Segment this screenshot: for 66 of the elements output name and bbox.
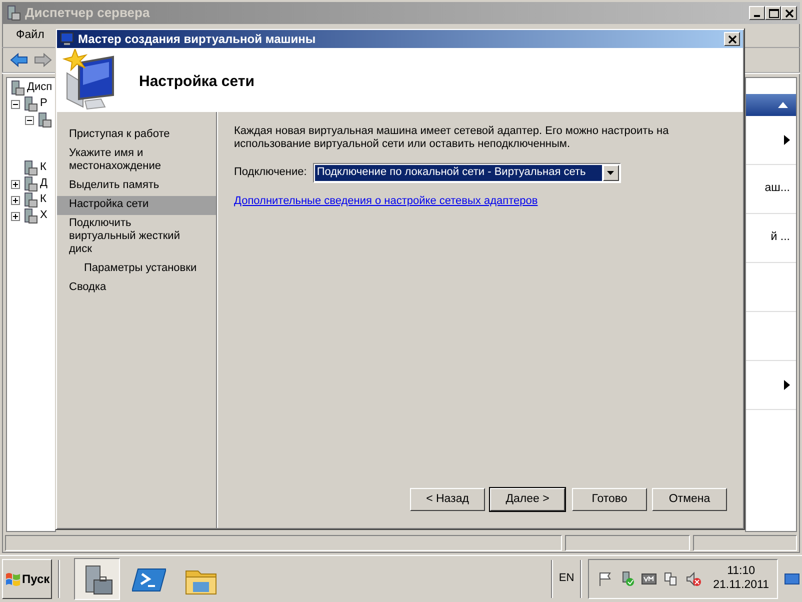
server-icon — [22, 160, 38, 176]
maximize-button[interactable] — [765, 6, 781, 20]
minimize-button[interactable] — [749, 6, 765, 20]
server-icon — [9, 80, 25, 96]
tree-item[interactable]: К — [40, 161, 46, 175]
minimize-icon — [754, 15, 760, 17]
tree-item[interactable]: Дисп — [27, 81, 52, 95]
page-heading: Настройка сети — [139, 73, 254, 91]
close-icon — [784, 8, 794, 18]
speaker-muted-icon[interactable] — [685, 571, 702, 587]
action-item[interactable]: аш... — [764, 182, 790, 196]
menu-item[interactable]: Файл — [14, 26, 46, 44]
dropdown-button[interactable] — [602, 165, 619, 181]
taskbar-app-button[interactable] — [74, 558, 120, 600]
expand-icon[interactable] — [11, 212, 20, 220]
wizard-step[interactable]: Параметры установки — [57, 260, 216, 279]
wizard-button[interactable]: Отмена — [652, 488, 727, 511]
vm-icon[interactable] — [641, 571, 658, 587]
expand-icon[interactable] — [11, 196, 20, 204]
action-item[interactable]: й ... — [770, 231, 790, 245]
connection-label: Подключение: — [234, 166, 307, 180]
expand-icon[interactable] — [11, 180, 20, 188]
server-icon — [5, 5, 21, 21]
flag-icon[interactable] — [597, 571, 614, 587]
server-icon — [36, 112, 52, 128]
tree-item[interactable]: Д — [40, 177, 48, 191]
start-button[interactable]: Пуск — [2, 559, 52, 599]
close-icon — [726, 34, 738, 44]
tree-item[interactable]: Х — [40, 209, 48, 223]
server-icon — [22, 176, 38, 192]
server-icon — [22, 208, 38, 224]
wizard-button[interactable]: Готово — [572, 488, 647, 511]
language-indicator[interactable]: EN — [558, 572, 574, 586]
tree-item[interactable]: К — [40, 193, 46, 207]
forward-arrow-icon[interactable] — [34, 52, 52, 68]
computer-icon — [60, 32, 74, 46]
wizard-step[interactable]: Приступая к работе — [57, 126, 216, 145]
clock-date: 21.11.2011 — [713, 579, 769, 593]
wizard-step[interactable]: Выделить память — [57, 177, 216, 196]
server-icon — [22, 96, 38, 112]
submenu-arrow-icon[interactable] — [784, 135, 790, 145]
collapse-icon[interactable] — [11, 100, 20, 108]
wizard-button[interactable]: < Назад — [410, 488, 485, 511]
back-arrow-icon[interactable] — [10, 52, 28, 68]
wizard-button[interactable]: Далее > — [490, 488, 565, 511]
tree-item[interactable]: Р — [40, 97, 48, 111]
show-desktop-icon[interactable] — [784, 572, 800, 586]
connection-dropdown[interactable]: Подключение по локальной сети - Виртуальная сеть — [312, 163, 621, 183]
wizard-step[interactable]: Сводка — [57, 279, 216, 298]
close-button[interactable] — [724, 32, 740, 46]
submenu-arrow-icon[interactable] — [784, 380, 790, 390]
caret-icon — [607, 171, 614, 175]
collapse-icon[interactable] — [25, 116, 34, 124]
clock-time: 11:10 — [727, 565, 756, 579]
help-link[interactable]: Дополнительные сведения о настройке сетевых адаптеров — [234, 195, 538, 208]
wizard-step[interactable]: Укажите имя и местонахождение — [57, 145, 216, 177]
description-text: Каждая новая виртуальная машина имеет сетевой адаптер. Его можно настроить на использование виртуальной сети или оставить неподключенным. — [234, 125, 670, 151]
maximize-icon — [768, 8, 778, 18]
collapse-arrow-icon[interactable] — [778, 102, 788, 108]
server-icon — [22, 192, 38, 208]
window-title: Диспетчер сервера — [25, 5, 151, 21]
windows-flag-icon — [5, 572, 21, 586]
wizard-step[interactable]: Подключить виртуальный жесткий диск — [57, 215, 216, 260]
close-button[interactable] — [781, 6, 797, 20]
dialog-title: Мастер создания виртуальной машины — [78, 32, 317, 46]
wizard-step[interactable]: Настройка сети — [57, 196, 216, 215]
